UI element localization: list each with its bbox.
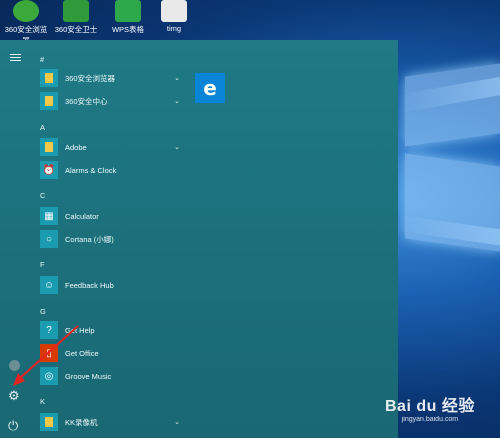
section-letter[interactable]: K <box>40 397 45 406</box>
start-menu: ⚙ ⏻ # 360安全浏览器 ⌄ 360安全中心 ⌄ A Adobe ⌄ ⏰ A… <box>0 40 398 438</box>
hamburger-menu-icon[interactable] <box>10 52 21 63</box>
edge-icon: e <box>203 76 217 100</box>
wps-sheet-icon <box>115 0 141 22</box>
app-item-label: Adobe <box>65 142 87 152</box>
section-letter[interactable]: G <box>40 307 46 316</box>
app-item-groove-music[interactable]: ◎ Groove Music <box>40 366 186 386</box>
app-item-get-help[interactable]: ? Get Help <box>40 320 186 340</box>
folder-icon <box>40 413 58 431</box>
folder-icon <box>40 69 58 87</box>
app-item-cortana[interactable]: ○ Cortana (小娜) <box>40 229 186 249</box>
app-item-feedback-hub[interactable]: ☺ Feedback Hub <box>40 275 186 295</box>
office-icon: ▯ <box>40 344 58 362</box>
music-icon: ◎ <box>40 367 58 385</box>
app-item-label: 360安全浏览器 <box>65 73 116 83</box>
app-item-label: 360安全中心 <box>65 96 108 106</box>
start-menu-rail: ⚙ ⏻ <box>0 40 32 438</box>
360-browser-icon <box>13 0 39 22</box>
image-file-icon <box>161 0 187 22</box>
chevron-down-icon: ⌄ <box>174 419 180 426</box>
feedback-icon: ☺ <box>40 276 58 294</box>
chevron-down-icon: ⌄ <box>174 98 180 105</box>
chevron-down-icon: ⌄ <box>174 144 180 151</box>
app-item-kk-recorder[interactable]: KK录像机 ⌄ <box>40 412 186 432</box>
baidu-watermark: Bai du 经验 jingyan.baidu.com <box>385 392 475 423</box>
user-avatar-icon[interactable] <box>9 360 20 371</box>
section-letter[interactable]: C <box>40 191 45 200</box>
power-icon[interactable]: ⏻ <box>8 418 18 434</box>
app-item-label: Feedback Hub <box>65 280 114 290</box>
desktop-icon-label: 360安全卫士 <box>54 25 98 34</box>
edge-browser-tile[interactable]: e <box>195 73 225 103</box>
watermark-brand: Bai du 经验 <box>385 398 475 415</box>
app-item-360-browser[interactable]: 360安全浏览器 ⌄ <box>40 68 186 88</box>
app-item-360-center[interactable]: 360安全中心 ⌄ <box>40 91 186 111</box>
app-item-label: Groove Music <box>65 371 112 381</box>
chevron-down-icon: ⌄ <box>174 75 180 82</box>
cortana-icon: ○ <box>40 230 58 248</box>
app-item-get-office[interactable]: ▯ Get Office <box>40 343 186 363</box>
settings-gear-icon[interactable]: ⚙ <box>8 388 20 404</box>
desktop-icon-timg[interactable]: timg <box>148 0 200 33</box>
help-icon: ? <box>40 321 58 339</box>
section-letter[interactable]: A <box>40 123 45 132</box>
calculator-icon: ▦ <box>40 207 58 225</box>
app-item-label: Calculator <box>65 211 99 221</box>
folder-icon <box>40 138 58 156</box>
section-letter[interactable]: F <box>40 260 45 269</box>
app-item-adobe[interactable]: Adobe ⌄ <box>40 137 186 157</box>
app-item-label: Alarms & Clock <box>65 165 117 175</box>
desktop-icon-360-security[interactable]: 360安全卫士 <box>50 0 102 35</box>
app-item-label: Get Office <box>65 348 99 358</box>
app-item-calculator[interactable]: ▦ Calculator <box>40 206 186 226</box>
folder-icon <box>40 92 58 110</box>
app-item-label: Get Help <box>65 325 95 335</box>
app-item-label: Cortana (小娜) <box>65 234 114 244</box>
app-item-alarms-clock[interactable]: ⏰ Alarms & Clock <box>40 160 186 180</box>
alarm-clock-icon: ⏰ <box>40 161 58 179</box>
app-item-label: KK录像机 <box>65 417 98 427</box>
wallpaper-window-pane <box>405 153 500 252</box>
wallpaper-window-pane <box>405 63 500 147</box>
desktop-icon-label: timg <box>166 24 182 33</box>
section-letter[interactable]: # <box>40 55 44 64</box>
watermark-url: jingyan.baidu.com <box>401 416 459 423</box>
360-security-icon <box>63 0 89 22</box>
desktop-icon-label: WPS表格 <box>111 25 145 34</box>
desktop-icon-wps-sheet[interactable]: WPS表格 <box>102 0 154 35</box>
